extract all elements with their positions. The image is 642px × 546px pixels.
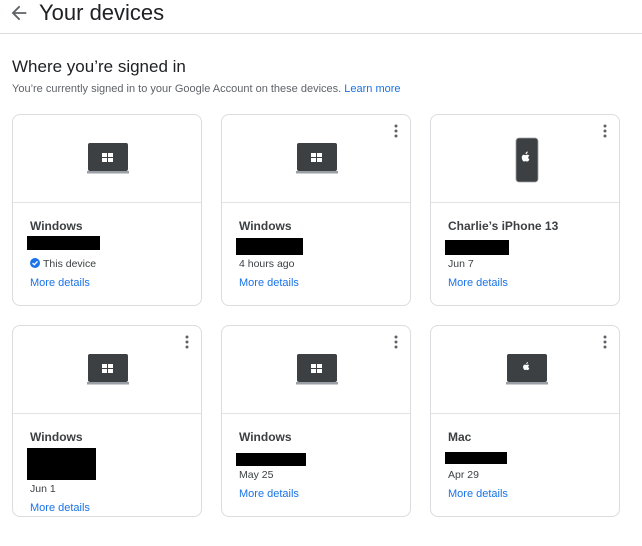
more-details-link[interactable]: More details bbox=[30, 277, 90, 289]
more-vert-icon[interactable] bbox=[599, 334, 611, 350]
device-status: 4 hours ago bbox=[239, 258, 295, 270]
section-description-text: You’re currently signed in to your Googl… bbox=[12, 83, 342, 95]
device-name: Windows bbox=[30, 219, 83, 233]
windows-laptop-icon bbox=[87, 143, 129, 174]
device-card-header bbox=[13, 326, 201, 414]
device-card-header bbox=[222, 326, 410, 414]
section-description: You’re currently signed in to your Googl… bbox=[12, 82, 401, 97]
more-vert-icon[interactable] bbox=[181, 334, 193, 350]
device-name: Windows bbox=[239, 430, 292, 444]
device-card-windows[interactable]: Windows Jun 1 More details bbox=[12, 325, 202, 517]
learn-more-link[interactable]: Learn more bbox=[344, 83, 400, 95]
device-card-header bbox=[222, 115, 410, 203]
iphone-icon bbox=[515, 137, 539, 183]
windows-laptop-icon bbox=[296, 354, 338, 385]
device-status: This device bbox=[30, 258, 96, 270]
more-details-link[interactable]: More details bbox=[239, 277, 299, 289]
device-name: Windows bbox=[239, 219, 292, 233]
device-status-text: This device bbox=[43, 258, 97, 270]
more-vert-icon[interactable] bbox=[390, 334, 402, 350]
device-card-windows[interactable]: Windows 4 hours ago More details bbox=[221, 114, 411, 306]
windows-laptop-icon bbox=[296, 143, 338, 174]
more-vert-icon[interactable] bbox=[390, 123, 402, 139]
redacted-block bbox=[445, 240, 509, 255]
back-arrow-icon[interactable] bbox=[8, 2, 30, 24]
device-name: Charlie’s iPhone 13 bbox=[448, 219, 559, 233]
redacted-block bbox=[236, 238, 303, 255]
redacted-block bbox=[27, 448, 96, 480]
page-title: Your devices bbox=[39, 0, 165, 25]
more-details-link[interactable]: More details bbox=[239, 488, 299, 500]
device-card-mac[interactable]: Mac Apr 29 More details bbox=[430, 325, 620, 517]
redacted-block bbox=[27, 236, 100, 250]
device-name: Mac bbox=[448, 430, 472, 444]
more-details-link[interactable]: More details bbox=[448, 488, 508, 500]
device-status: Jun 7 bbox=[448, 258, 474, 270]
device-card-header bbox=[431, 326, 619, 414]
check-circle-icon bbox=[30, 258, 40, 268]
device-status: May 25 bbox=[239, 469, 274, 481]
device-card-header bbox=[431, 115, 619, 203]
device-card-windows[interactable]: Windows May 25 More details bbox=[221, 325, 411, 517]
more-details-link[interactable]: More details bbox=[448, 277, 508, 289]
more-vert-icon[interactable] bbox=[599, 123, 611, 139]
device-status: Apr 29 bbox=[448, 469, 479, 481]
device-card-iphone[interactable]: Charlie’s iPhone 13 Jun 7 More details bbox=[430, 114, 620, 306]
device-status: Jun 1 bbox=[30, 483, 56, 495]
device-card-windows-this-device[interactable]: Windows This device More details bbox=[12, 114, 202, 306]
section-title: Where you’re signed in bbox=[12, 57, 186, 76]
mac-laptop-icon bbox=[506, 354, 548, 385]
redacted-block bbox=[445, 452, 507, 464]
device-name: Windows bbox=[30, 430, 83, 444]
more-details-link[interactable]: More details bbox=[30, 502, 90, 514]
redacted-block bbox=[236, 453, 306, 466]
top-bar: Your devices bbox=[0, 0, 642, 34]
device-card-header bbox=[13, 115, 201, 203]
windows-laptop-icon bbox=[87, 354, 129, 385]
